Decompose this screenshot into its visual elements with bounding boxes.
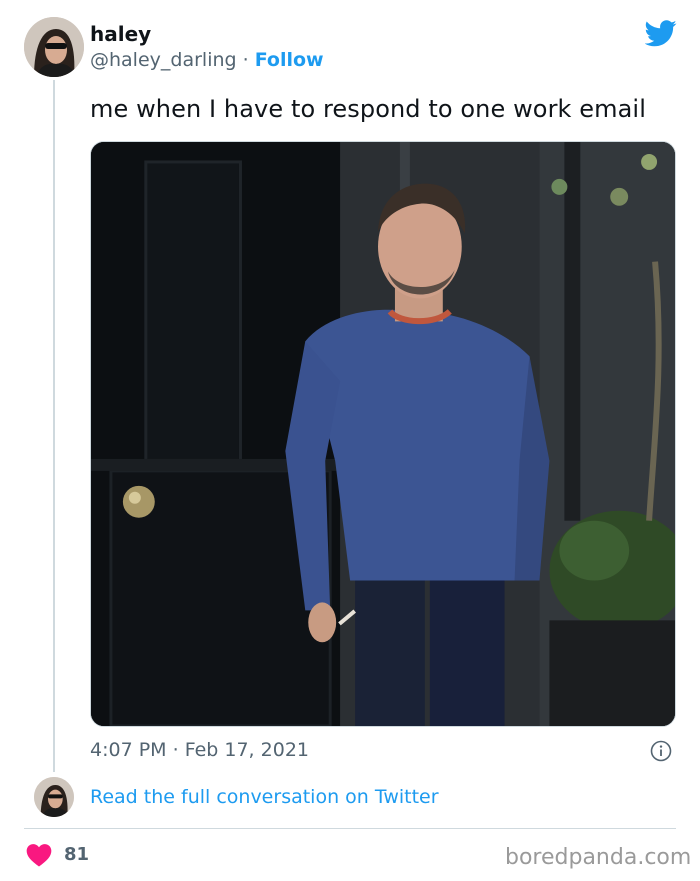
read-full-conversation-link[interactable]: Read the full conversation on Twitter (90, 786, 439, 808)
follow-button[interactable]: Follow (255, 49, 324, 71)
tweet-date: Feb 17, 2021 (184, 739, 309, 761)
separator-dot: · (242, 49, 249, 71)
tweet-photo[interactable] (90, 141, 676, 727)
heart-icon[interactable] (26, 843, 52, 867)
twitter-bird-icon[interactable] (644, 20, 677, 47)
handle-row: @haley_darling · Follow (90, 49, 324, 71)
like-count: 81 (64, 844, 90, 865)
watermark: boredpanda.com (505, 845, 692, 870)
user-handle[interactable]: @haley_darling (90, 49, 237, 71)
avatar[interactable] (24, 17, 84, 77)
separator-dot: · (172, 739, 179, 761)
divider (24, 828, 676, 829)
tweet-timestamp[interactable]: 4:07 PM · Feb 17, 2021 (90, 739, 309, 761)
display-name[interactable]: haley (90, 22, 151, 46)
thread-line (53, 80, 55, 772)
tweet-text: me when I have to respond to one work em… (90, 95, 646, 123)
tweet-time: 4:07 PM (90, 739, 167, 761)
reply-avatar[interactable] (34, 777, 74, 817)
info-icon[interactable] (650, 740, 672, 762)
